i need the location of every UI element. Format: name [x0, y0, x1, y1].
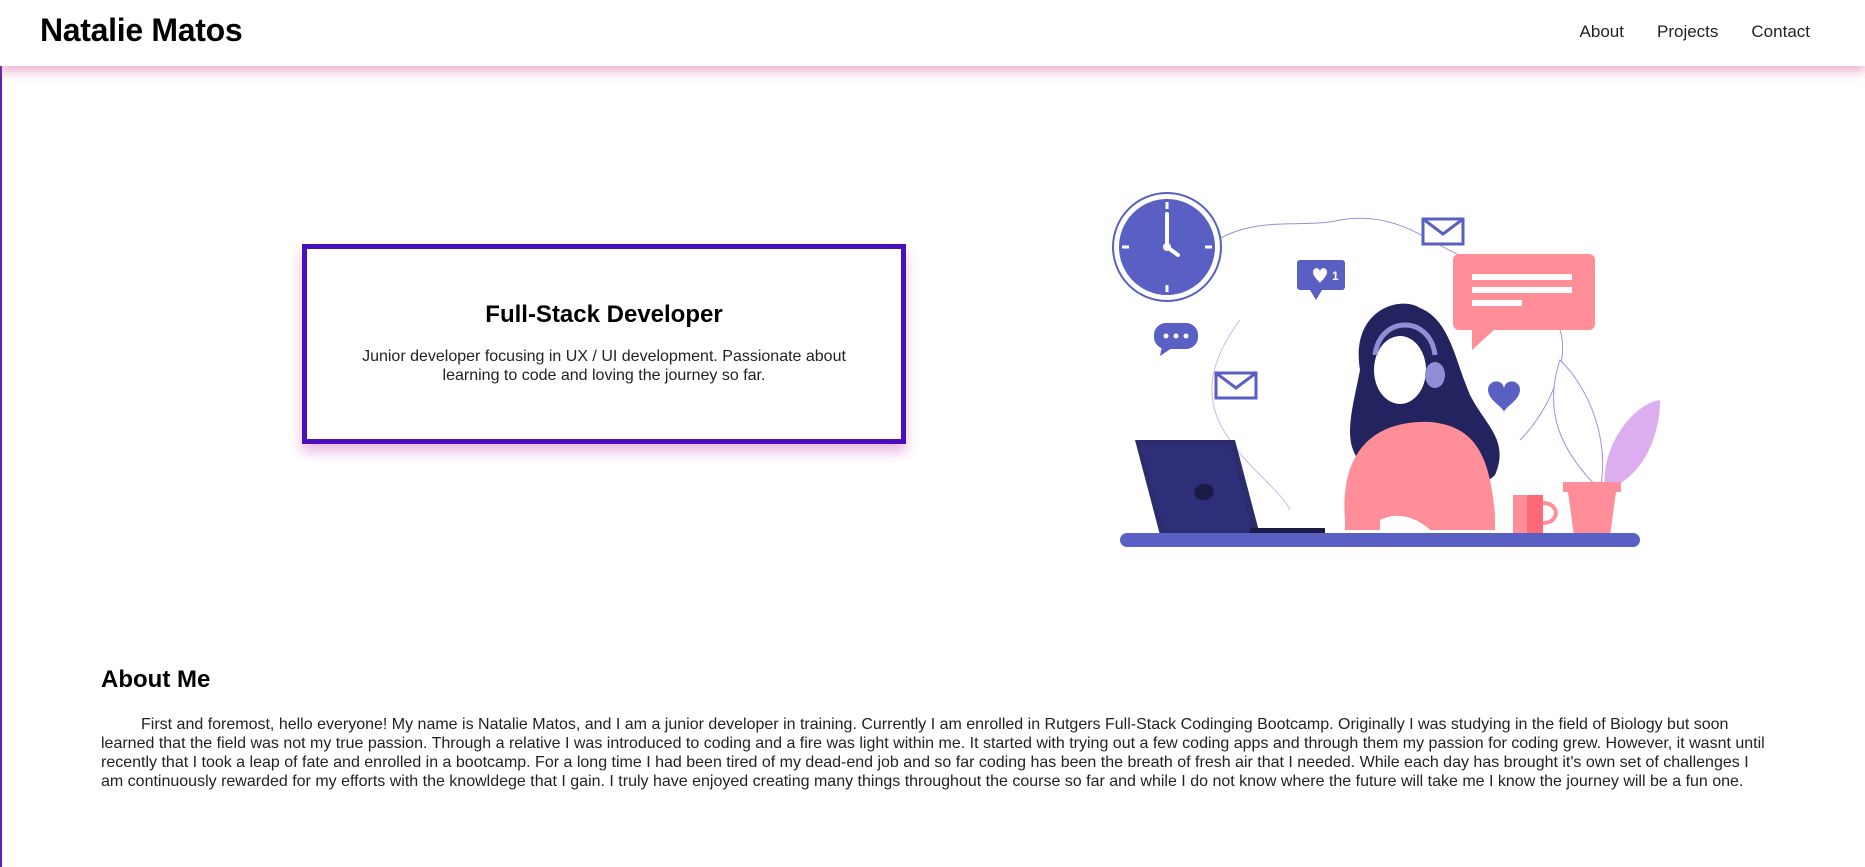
- envelope-icon: [1421, 217, 1465, 246]
- hero-title: Full-Stack Developer: [485, 301, 723, 328]
- heart-icon: [1488, 381, 1520, 412]
- nav-link-projects[interactable]: Projects: [1657, 22, 1718, 42]
- hero-card: Full-Stack Developer Junior developer fo…: [302, 244, 906, 444]
- brand-name[interactable]: Natalie Matos: [40, 12, 243, 49]
- chat-dots-icon: [1154, 323, 1198, 356]
- hero-subtitle: Junior developer focusing in UX / UI dev…: [362, 348, 846, 384]
- left-edge-line: [0, 0, 2, 867]
- like-notification-icon: 1: [1297, 260, 1345, 300]
- clock-icon: [1112, 192, 1222, 302]
- about-section-title: About Me: [101, 666, 211, 693]
- envelope-icon: [1214, 371, 1258, 400]
- laptop-icon: [1135, 440, 1325, 536]
- nav-link-contact[interactable]: Contact: [1751, 22, 1810, 42]
- like-count: 1: [1332, 269, 1339, 283]
- plant-icon: [1553, 359, 1660, 536]
- mug-icon: [1513, 495, 1558, 535]
- message-bubble-icon: [1453, 254, 1595, 350]
- top-navbar: Natalie Matos About Projects Contact: [0, 0, 1865, 66]
- nav-link-about[interactable]: About: [1580, 22, 1624, 42]
- developer-illustration: 1: [1112, 192, 1660, 547]
- main-nav: About Projects Contact: [1580, 22, 1810, 42]
- about-section-text: First and foremost, hello everyone! My n…: [101, 716, 1765, 790]
- desk-surface: [1120, 533, 1640, 547]
